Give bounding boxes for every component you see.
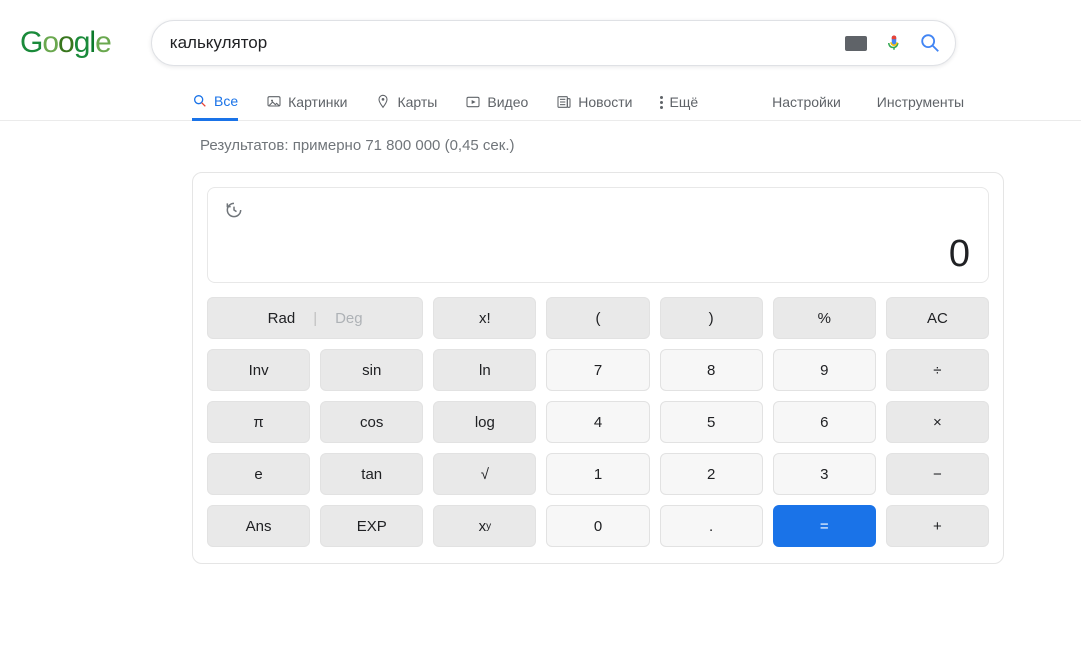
key-lparen[interactable]: ( [546,297,649,339]
calc-keypad: Rad | Deg x! ( ) % AC Inv sin ln 7 8 9 ÷… [207,297,989,547]
google-logo[interactable]: Google [20,26,111,60]
key-6[interactable]: 6 [773,401,876,443]
calc-display-value: 0 [949,233,970,276]
link-settings-label: Настройки [772,94,841,110]
link-tools-label: Инструменты [877,94,964,110]
keyboard-icon[interactable] [845,36,867,51]
search-bar[interactable] [151,20,956,66]
key-tan[interactable]: tan [320,453,423,495]
history-icon[interactable] [224,200,244,220]
key-0[interactable]: 0 [546,505,649,547]
tab-more-label: Ещё [669,94,698,110]
search-icon[interactable] [919,32,941,54]
key-percent[interactable]: % [773,297,876,339]
tab-news-label: Новости [578,94,632,110]
result-stats: Результатов: примерно 71 800 000 (0,45 с… [0,121,1081,154]
key-subtract[interactable]: − [886,453,989,495]
calc-display: 0 [207,187,989,283]
key-equals[interactable]: = [773,505,876,547]
tab-news[interactable]: Новости [556,84,632,120]
key-add[interactable]: + [886,505,989,547]
key-ans[interactable]: Ans [207,505,310,547]
key-sqrt[interactable]: √ [433,453,536,495]
search-input[interactable] [170,33,835,53]
key-divide[interactable]: ÷ [886,349,989,391]
tab-images[interactable]: Картинки [266,84,347,120]
calculator-card: 0 Rad | Deg x! ( ) % AC Inv sin ln 7 8 9… [192,172,1004,564]
key-power[interactable]: xy [433,505,536,547]
key-rad-label: Rad [268,310,296,327]
key-multiply[interactable]: × [886,401,989,443]
voice-search-icon[interactable] [885,32,901,54]
key-dot[interactable]: . [660,505,763,547]
key-rparen[interactable]: ) [660,297,763,339]
key-exp[interactable]: EXP [320,505,423,547]
link-tools[interactable]: Инструменты [877,84,964,120]
key-factorial[interactable]: x! [433,297,536,339]
tab-videos-label: Видео [487,94,528,110]
tab-all-label: Все [214,93,238,109]
key-9[interactable]: 9 [773,349,876,391]
key-ln[interactable]: ln [433,349,536,391]
key-e[interactable]: e [207,453,310,495]
key-1[interactable]: 1 [546,453,649,495]
tab-videos[interactable]: Видео [465,84,528,120]
tab-maps[interactable]: Карты [375,84,437,120]
key-4[interactable]: 4 [546,401,649,443]
key-8[interactable]: 8 [660,349,763,391]
key-log[interactable]: log [433,401,536,443]
key-deg-label: Deg [335,310,363,327]
key-3[interactable]: 3 [773,453,876,495]
search-tabs: Все Картинки Карты Видео Новости Ещё Нас… [0,66,1081,121]
tab-maps-label: Карты [397,94,437,110]
key-5[interactable]: 5 [660,401,763,443]
more-icon [660,96,663,109]
link-settings[interactable]: Настройки [772,84,841,120]
key-inv[interactable]: Inv [207,349,310,391]
key-cos[interactable]: cos [320,401,423,443]
key-sin[interactable]: sin [320,349,423,391]
tab-more[interactable]: Ещё [660,84,698,120]
key-rad-deg[interactable]: Rad | Deg [207,297,423,339]
tab-all[interactable]: Все [192,85,238,121]
tab-images-label: Картинки [288,94,347,110]
key-2[interactable]: 2 [660,453,763,495]
key-pi[interactable]: π [207,401,310,443]
key-7[interactable]: 7 [546,349,649,391]
key-ac[interactable]: AC [886,297,989,339]
